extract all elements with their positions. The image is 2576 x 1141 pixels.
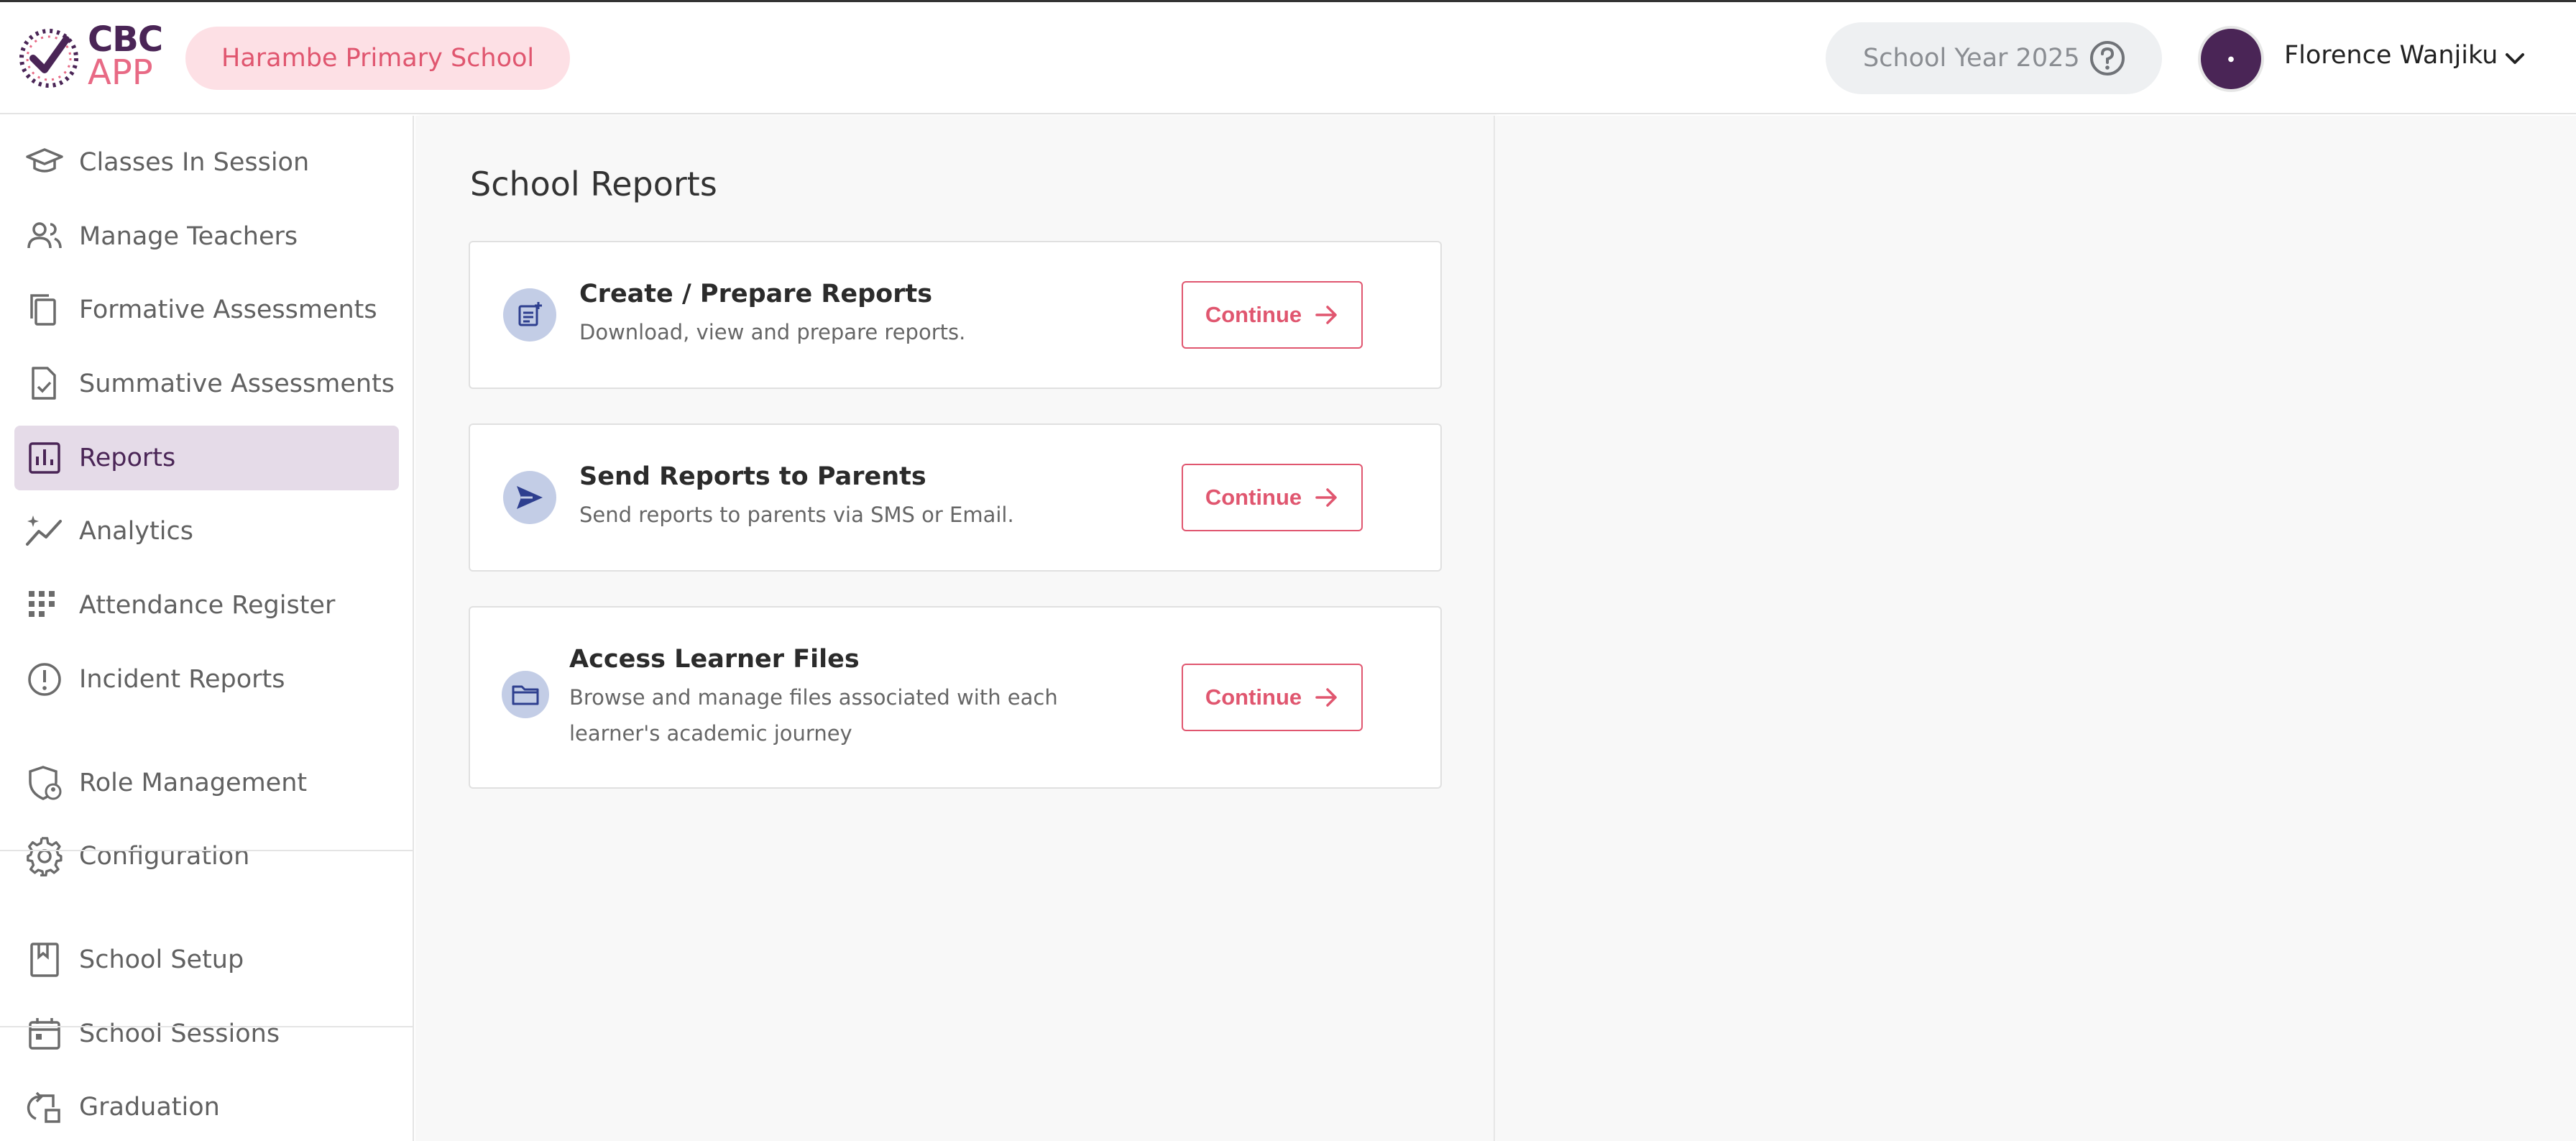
logo-check-icon — [19, 29, 78, 88]
bookmark-book-icon — [24, 940, 65, 980]
sidebar-item-label: Reports — [79, 444, 176, 472]
school-name-badge[interactable]: Harambe Primary School — [185, 27, 571, 90]
sidebar-item-classes-in-session[interactable]: Classes In Session — [14, 130, 399, 195]
card-description: Browse and manage files associated with … — [569, 685, 1058, 746]
sidebar-item-label: Summative Assessments — [79, 370, 395, 398]
sidebar-item-incident-reports[interactable]: Incident Reports — [14, 647, 399, 712]
help-circle-icon[interactable] — [2089, 40, 2126, 77]
copy-files-icon — [24, 290, 65, 330]
shield-user-icon — [24, 763, 65, 803]
main-content: School Reports Create / Prepare Reports … — [415, 116, 1495, 1141]
sidebar-divider — [0, 1026, 414, 1027]
alert-circle-icon — [24, 659, 65, 700]
continue-button-learner-files[interactable]: Continue — [1182, 664, 1363, 731]
calendar-icon — [24, 1014, 65, 1054]
sidebar-item-school-setup[interactable]: School Setup — [14, 927, 399, 992]
school-year-label: School Year 2025 — [1863, 44, 2080, 73]
avatar[interactable]: ● — [2198, 26, 2264, 92]
graduation-cap-icon — [24, 142, 65, 183]
user-name[interactable]: Florence Wanjiku — [2284, 41, 2498, 70]
grid-dots-icon — [24, 585, 65, 626]
sidebar-item-label: Formative Assessments — [79, 295, 377, 324]
card-title: Send Reports to Parents — [579, 462, 926, 491]
school-year-selector[interactable]: School Year 2025 — [1826, 22, 2162, 94]
sidebar-item-label: Analytics — [79, 517, 193, 546]
continue-label: Continue — [1205, 302, 1302, 327]
sidebar: Classes In Session Manage Teachers Formati… — [0, 116, 414, 1141]
send-icon — [503, 471, 556, 524]
page-title: School Reports — [470, 165, 717, 203]
arrow-right-icon — [1315, 688, 1337, 707]
avatar-logo-icon: ● — [2227, 55, 2235, 63]
logo-text-bottom: APP — [88, 52, 153, 93]
sidebar-item-label: Configuration — [79, 842, 250, 871]
sidebar-item-label: Incident Reports — [79, 665, 285, 694]
people-icon — [24, 216, 65, 257]
bar-chart-icon — [24, 438, 65, 478]
continue-button-send-reports[interactable]: Continue — [1182, 464, 1363, 531]
add-note-icon — [503, 288, 556, 342]
folder-icon — [502, 671, 549, 718]
app-logo[interactable]: CBC APP — [17, 19, 168, 93]
continue-button-create-reports[interactable]: Continue — [1182, 281, 1363, 349]
sidebar-divider — [0, 850, 414, 851]
sidebar-item-label: School Setup — [79, 945, 244, 974]
sidebar-item-formative-assessments[interactable]: Formative Assessments — [14, 278, 399, 342]
chevron-down-icon[interactable] — [2503, 47, 2527, 71]
top-header: CBC APP Harambe Primary School School Ye… — [0, 2, 2576, 114]
detail-pane-empty — [1496, 116, 2576, 1141]
report-card-create: Create / Prepare Reports Download, view … — [469, 241, 1442, 389]
card-description: Send reports to parents via SMS or Email… — [579, 503, 1014, 527]
sidebar-item-reports[interactable]: Reports — [14, 426, 399, 490]
sidebar-item-label: Classes In Session — [79, 148, 310, 177]
sidebar-item-attendance-register[interactable]: Attendance Register — [14, 573, 399, 638]
sidebar-item-manage-teachers[interactable]: Manage Teachers — [14, 204, 399, 269]
report-card-learner-files: Access Learner Files Browse and manage f… — [469, 606, 1442, 789]
sidebar-item-role-management[interactable]: Role Management — [14, 751, 399, 815]
sidebar-item-analytics[interactable]: Analytics — [14, 499, 399, 564]
card-title: Access Learner Files — [569, 645, 860, 674]
sidebar-item-label: School Sessions — [79, 1019, 280, 1048]
sidebar-item-summative-assessments[interactable]: Summative Assessments — [14, 352, 399, 416]
sidebar-item-label: Graduation — [79, 1093, 220, 1122]
sidebar-item-configuration[interactable]: Configuration — [14, 824, 399, 889]
sidebar-item-label: Role Management — [79, 769, 308, 797]
card-title: Create / Prepare Reports — [579, 280, 933, 308]
continue-label: Continue — [1205, 684, 1302, 710]
document-check-icon — [24, 364, 65, 404]
sidebar-item-school-sessions[interactable]: School Sessions — [14, 1002, 399, 1066]
card-description: Download, view and prepare reports. — [579, 320, 966, 344]
sidebar-item-graduation[interactable]: Graduation — [14, 1075, 399, 1140]
gear-icon — [24, 836, 65, 876]
continue-label: Continue — [1205, 485, 1302, 510]
sidebar-item-label: Attendance Register — [79, 591, 336, 620]
swap-icon — [24, 1087, 65, 1127]
arrow-right-icon — [1315, 306, 1337, 324]
arrow-right-icon — [1315, 488, 1337, 507]
trend-line-icon — [24, 511, 65, 551]
report-card-send: Send Reports to Parents Send reports to … — [469, 423, 1442, 572]
logo-text-top: CBC — [88, 19, 163, 60]
sidebar-item-label: Manage Teachers — [79, 222, 298, 251]
